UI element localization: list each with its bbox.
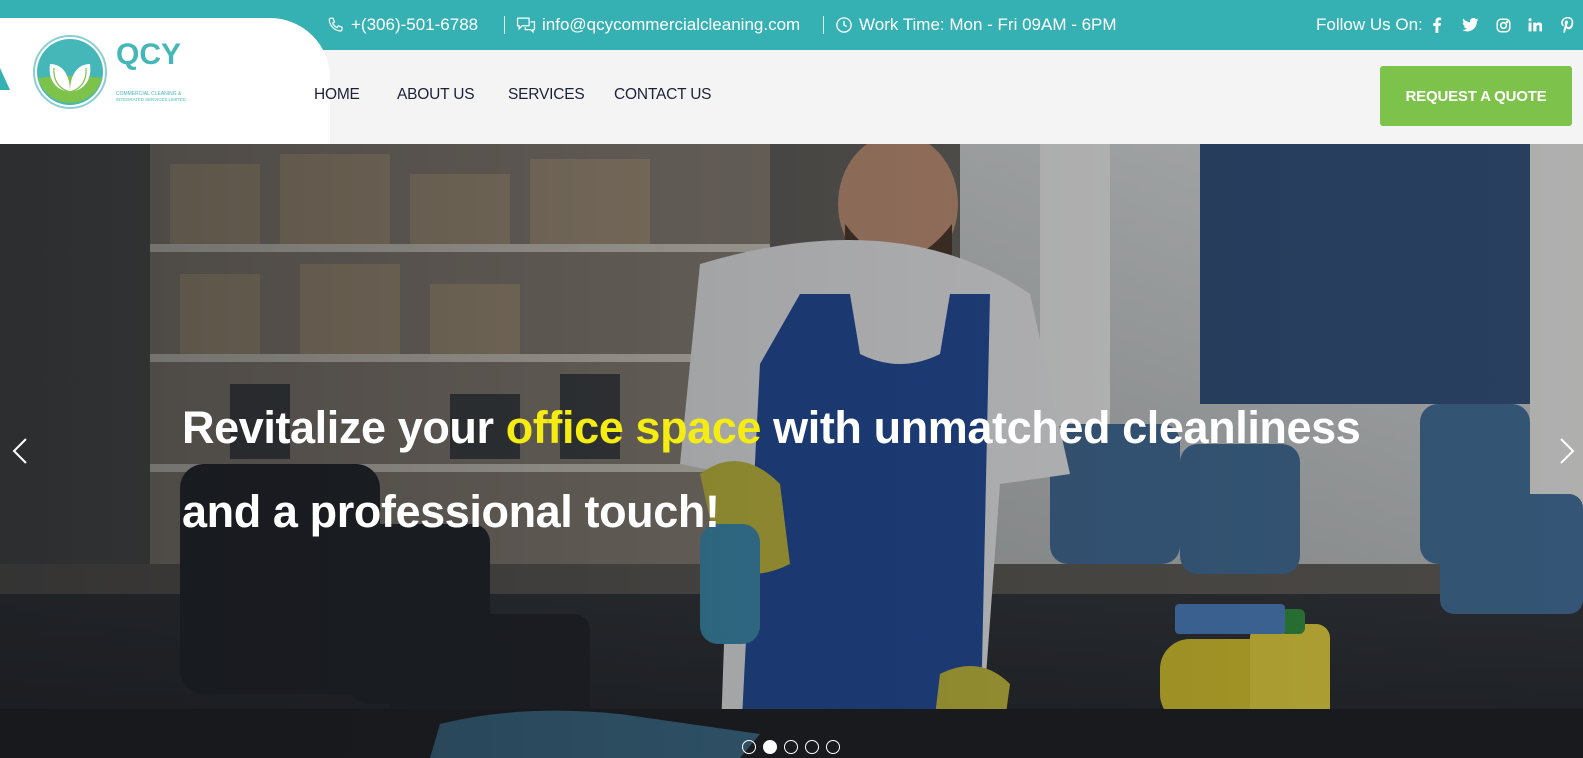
work-time-text: Work Time: Mon - Fri 09AM - 6PM (859, 15, 1117, 34)
follow-label: Follow Us On: (1316, 15, 1423, 34)
request-quote-button[interactable]: REQUEST A QUOTE (1380, 66, 1572, 126)
slide-dot[interactable] (826, 740, 840, 754)
next-slide-button[interactable] (1552, 436, 1582, 470)
logo-letters: QCY (116, 38, 181, 71)
slider-pagination (742, 740, 840, 754)
slide-dot[interactable] (805, 740, 819, 754)
chat-icon (516, 16, 536, 34)
nav-about-us[interactable]: ABOUT US (397, 86, 475, 104)
accent-notch (0, 68, 10, 90)
prev-slide-button[interactable] (5, 436, 35, 470)
site-logo[interactable]: QCY COMMERCIAL CLEANING & INTEGRATED SER… (32, 34, 212, 114)
nav-services[interactable]: SERVICES (508, 86, 585, 104)
chevron-right-icon (1559, 437, 1575, 470)
slide-dot-active[interactable] (763, 740, 777, 754)
pinterest-icon[interactable] (1557, 15, 1577, 35)
phone-contact[interactable]: +(306)-501-6788 (327, 14, 478, 36)
slide-dot[interactable] (784, 740, 798, 754)
clock-icon (835, 16, 853, 34)
instagram-icon[interactable] (1493, 15, 1513, 35)
email-contact[interactable]: info@qcycommercialcleaning.com (516, 14, 800, 36)
slide-dot[interactable] (742, 740, 756, 754)
facebook-icon[interactable] (1427, 15, 1447, 35)
linkedin-icon[interactable] (1525, 15, 1545, 35)
nav-home[interactable]: HOME (314, 86, 360, 104)
work-time: Work Time: Mon - Fri 09AM - 6PM (835, 14, 1117, 36)
hero-slider: Revitalize your office space with unmatc… (0, 144, 1583, 758)
twitter-icon[interactable] (1460, 15, 1480, 35)
email-address: info@qcycommercialcleaning.com (542, 15, 801, 34)
phone-number: +(306)-501-6788 (351, 15, 479, 34)
logo-graphic: QCY COMMERCIAL CLEANING & INTEGRATED SER… (33, 35, 186, 109)
headline-highlight: office space (505, 402, 762, 453)
divider (504, 16, 505, 34)
phone-icon (327, 16, 345, 34)
nav-contact-us[interactable]: CONTACT US (614, 86, 712, 104)
divider (823, 16, 824, 34)
logo-tagline-2: INTEGRATED SERVICES LIMITED (116, 97, 186, 102)
hero-headline: Revitalize your office space with unmatc… (182, 386, 1382, 554)
headline-text-1: Revitalize your (182, 402, 506, 453)
chevron-left-icon (12, 437, 28, 470)
